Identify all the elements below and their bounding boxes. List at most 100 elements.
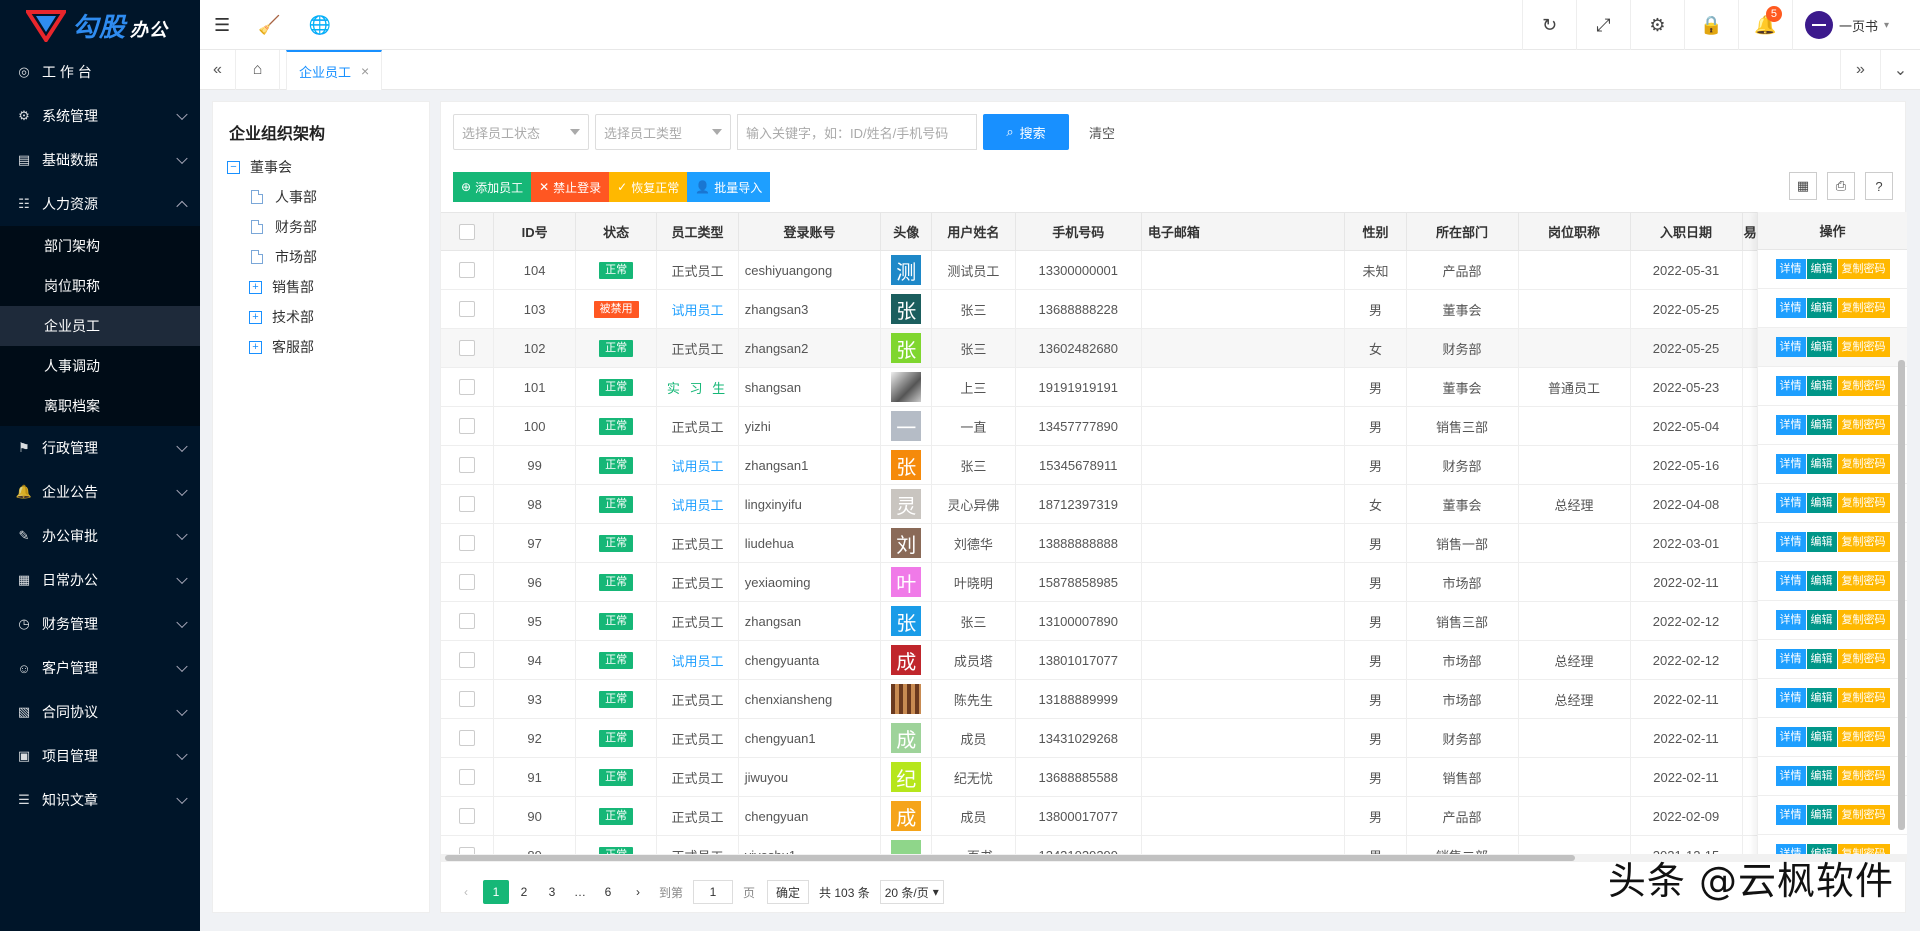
row-checkbox[interactable] bbox=[459, 691, 476, 708]
table-row[interactable]: 93 正常 正式员工 chenxiansheng 陈先生 13188889999 男市场部总… bbox=[441, 679, 1907, 719]
copy-password-button[interactable]: 复制密码 bbox=[1837, 376, 1890, 396]
table-row[interactable]: 100 正常 正式员工 yizhi 一一直 13457777890 男销售三部 2022-05… bbox=[441, 406, 1907, 446]
expand-icon[interactable]: + bbox=[249, 310, 262, 324]
help-icon[interactable]: ? bbox=[1865, 172, 1893, 200]
batch-import-button[interactable]: 👤 批量导入 bbox=[687, 172, 771, 202]
refresh-icon[interactable]: ↻ bbox=[1522, 0, 1576, 50]
copy-password-button[interactable]: 复制密码 bbox=[1837, 727, 1890, 747]
edit-button[interactable]: 编辑 bbox=[1806, 649, 1837, 669]
row-checkbox[interactable] bbox=[459, 301, 476, 318]
edit-button[interactable]: 编辑 bbox=[1806, 805, 1837, 825]
menu-toggle-icon[interactable]: ☰ bbox=[214, 15, 230, 36]
edit-button[interactable]: 编辑 bbox=[1806, 727, 1837, 747]
vertical-scrollbar[interactable] bbox=[1898, 360, 1905, 830]
tab-enterprise-employees[interactable]: 企业员工 × bbox=[286, 50, 383, 90]
keyword-search-input[interactable]: 输入关键字，如：ID/姓名/手机号码 bbox=[737, 114, 977, 150]
row-checkbox[interactable] bbox=[459, 262, 476, 279]
edit-button[interactable]: 编辑 bbox=[1806, 493, 1837, 513]
collapse-icon[interactable]: − bbox=[227, 160, 240, 174]
employee-status-select[interactable]: 选择员工状态 bbox=[453, 114, 589, 150]
page-number[interactable]: 2 bbox=[511, 880, 537, 904]
table-row[interactable]: 97 正常 正式员工 liudehua 刘刘德华 13888888888 男销售一部 2022… bbox=[441, 523, 1907, 563]
detail-button[interactable]: 详情 bbox=[1775, 649, 1806, 669]
detail-button[interactable]: 详情 bbox=[1775, 454, 1806, 474]
column-header[interactable]: 易 bbox=[1742, 212, 1759, 251]
detail-button[interactable]: 详情 bbox=[1775, 415, 1806, 435]
table-row[interactable]: 98 正常 试用员工 lingxinyifu 灵灵心异佛 18712397319 女董事会总… bbox=[441, 484, 1907, 524]
table-row[interactable]: 101 正常 实 习 生 shangsan 上三 19191919191 男董事会 普通员工 2… bbox=[441, 367, 1907, 407]
tree-node[interactable]: + 客服部 bbox=[227, 332, 317, 362]
row-checkbox[interactable] bbox=[459, 574, 476, 591]
user-menu[interactable]: 一页书 ▾ bbox=[1792, 0, 1920, 50]
tree-node[interactable]: + 销售部 bbox=[227, 272, 317, 302]
expand-icon[interactable]: + bbox=[249, 340, 262, 354]
edit-button[interactable]: 编辑 bbox=[1806, 259, 1837, 279]
table-row[interactable]: 99 正常 试用员工 zhangsan1 张张三 15345678911 男财务部 2022-… bbox=[441, 445, 1907, 485]
table-row[interactable]: 95 正常 正式员工 zhangsan 张张三 13100007890 男销售三部 2022-… bbox=[441, 601, 1907, 641]
detail-button[interactable]: 详情 bbox=[1775, 493, 1806, 513]
detail-button[interactable]: 详情 bbox=[1775, 727, 1806, 747]
copy-password-button[interactable]: 复制密码 bbox=[1837, 805, 1890, 825]
row-checkbox[interactable] bbox=[459, 808, 476, 825]
column-header[interactable]: ID号 bbox=[493, 212, 576, 251]
column-header[interactable]: 状态 bbox=[575, 212, 658, 251]
table-row[interactable]: 94 正常 试用员工 chengyuanta 成成员塔 13801017077 男市场部 总经… bbox=[441, 640, 1907, 680]
tabs-scroll-left-icon[interactable]: « bbox=[200, 50, 236, 90]
goto-page-input[interactable]: 1 bbox=[693, 880, 734, 904]
clear-button[interactable]: 清空 bbox=[1075, 114, 1115, 150]
sidebar-item-admin[interactable]: ⚑ 行政管理 bbox=[0, 426, 200, 470]
edit-button[interactable]: 编辑 bbox=[1806, 610, 1837, 630]
close-icon[interactable]: × bbox=[361, 63, 369, 79]
row-checkbox[interactable] bbox=[459, 496, 476, 513]
edit-button[interactable]: 编辑 bbox=[1806, 298, 1837, 318]
copy-password-button[interactable]: 复制密码 bbox=[1837, 688, 1890, 708]
edit-button[interactable]: 编辑 bbox=[1806, 337, 1837, 357]
detail-button[interactable]: 详情 bbox=[1775, 571, 1806, 591]
page-number[interactable]: 1 bbox=[483, 880, 509, 904]
sidebar-item-settings[interactable]: ⚙ 系统管理 bbox=[0, 94, 200, 138]
columns-filter-icon[interactable]: ▦ bbox=[1789, 172, 1817, 200]
sidebar-item-contract[interactable]: ▧ 合同协议 bbox=[0, 690, 200, 734]
column-header[interactable]: 电子邮箱 bbox=[1141, 212, 1346, 251]
globe-icon[interactable]: 🌐 bbox=[309, 15, 331, 36]
sidebar-item-approval[interactable]: ✎ 办公审批 bbox=[0, 514, 200, 558]
tree-node[interactable]: 市场部 bbox=[227, 242, 317, 272]
column-header[interactable]: 头像 bbox=[880, 212, 933, 251]
per-page-select[interactable]: 20 条/页 ▾ bbox=[879, 880, 944, 904]
edit-button[interactable]: 编辑 bbox=[1806, 766, 1837, 786]
detail-button[interactable]: 详情 bbox=[1775, 766, 1806, 786]
copy-password-button[interactable]: 复制密码 bbox=[1837, 766, 1890, 786]
sidebar-subitem[interactable]: 人事调动 bbox=[0, 346, 200, 386]
sidebar-item-calendar[interactable]: ▦ 日常办公 bbox=[0, 558, 200, 602]
copy-password-button[interactable]: 复制密码 bbox=[1837, 649, 1890, 669]
detail-button[interactable]: 详情 bbox=[1775, 337, 1806, 357]
column-header[interactable]: 所在部门 bbox=[1406, 212, 1519, 251]
sidebar-subitem[interactable]: 离职档案 bbox=[0, 386, 200, 426]
table-row[interactable]: 102 正常 正式员工 zhangsan2 张张三 13602482680 女财务部 2022… bbox=[441, 328, 1907, 368]
row-checkbox[interactable] bbox=[459, 340, 476, 357]
table-row[interactable]: 92 正常 正式员工 chengyuan1 成成员 13431029268 男财务部 2022… bbox=[441, 718, 1907, 758]
sidebar-item-hr[interactable]: ☷ 人力资源 bbox=[0, 182, 200, 226]
copy-password-button[interactable]: 复制密码 bbox=[1837, 337, 1890, 357]
sidebar-item-customer[interactable]: ☺ 客户管理 bbox=[0, 646, 200, 690]
detail-button[interactable]: 详情 bbox=[1775, 688, 1806, 708]
sidebar-item-dashboard[interactable]: ◎ 工 作 台 bbox=[0, 50, 200, 94]
edit-button[interactable]: 编辑 bbox=[1806, 376, 1837, 396]
notification-bell-icon[interactable]: 🔔 5 bbox=[1738, 0, 1792, 50]
settings-gear-icon[interactable]: ⚙ bbox=[1630, 0, 1684, 50]
detail-button[interactable]: 详情 bbox=[1775, 298, 1806, 318]
logo[interactable]: 勾股 办公 bbox=[0, 0, 200, 50]
restore-button[interactable]: ✓ 恢复正常 bbox=[609, 172, 688, 202]
column-header[interactable]: 岗位职称 bbox=[1518, 212, 1631, 251]
lock-icon[interactable]: 🔒 bbox=[1684, 0, 1738, 50]
row-checkbox[interactable] bbox=[459, 379, 476, 396]
page-number[interactable]: 6 bbox=[595, 880, 621, 904]
tree-node-root[interactable]: − 董事会 bbox=[227, 152, 317, 182]
edit-button[interactable]: 编辑 bbox=[1806, 415, 1837, 435]
copy-password-button[interactable]: 复制密码 bbox=[1837, 532, 1890, 552]
column-header[interactable]: 入职日期 bbox=[1630, 212, 1743, 251]
column-header[interactable]: 员工类型 bbox=[656, 212, 739, 251]
row-checkbox[interactable] bbox=[459, 613, 476, 630]
detail-button[interactable]: 详情 bbox=[1775, 532, 1806, 552]
sidebar-item-finance[interactable]: ◷ 财务管理 bbox=[0, 602, 200, 646]
